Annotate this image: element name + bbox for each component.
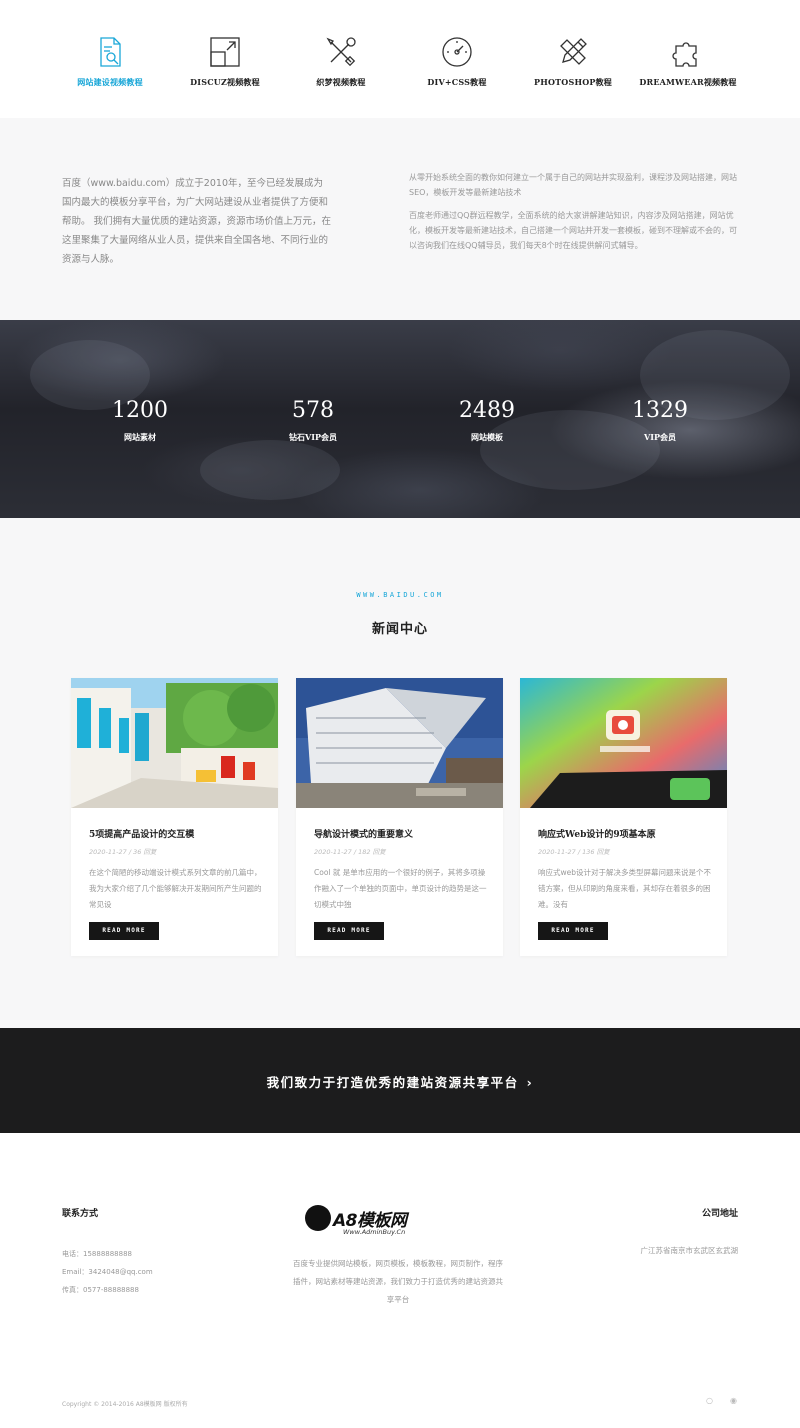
expand-square-icon	[210, 37, 240, 67]
news-card-excerpt: 在这个简陋的移动端设计模式系列文章的前几篇中，我为大家介绍了几个能够解决开发期间…	[89, 868, 262, 909]
news-card-meta: 2020-11-27 / 182 回复	[314, 848, 386, 856]
stat-item: 2489 网站模板	[407, 398, 567, 443]
copyright: Copyright © 2014-2016 A8模板网 版权所有	[62, 1401, 188, 1408]
read-more-button[interactable]: READ MORE	[89, 922, 159, 940]
rock-texture	[200, 440, 340, 500]
about-section: 百度（www.baidu.com）成立于2010年，至今已经发展成为国内最大的模…	[0, 118, 800, 320]
news-card-title[interactable]: 5项提高产品设计的交互模	[89, 827, 194, 840]
news-thumbnail-street[interactable]	[71, 678, 278, 808]
stat-item: 1200 网站素材	[60, 398, 220, 443]
news-card-title[interactable]: 导航设计模式的重要意义	[314, 827, 413, 840]
contact-email[interactable]: Email：3424048@qq.com	[62, 1263, 153, 1281]
tab-dedecms-tutorial[interactable]: 织梦视频教程	[281, 34, 401, 88]
stat-number: 2489	[459, 398, 515, 423]
stat-item: 578 钻石VIP会员	[233, 398, 393, 443]
news-card[interactable]: 导航设计模式的重要意义 2020-11-27 / 182 回复 Cool 就 是…	[296, 678, 503, 956]
news-thumbnail-phone[interactable]	[520, 678, 727, 808]
news-heading: 新闻中心	[371, 622, 428, 637]
about-course-paragraph: 从零开始系统全面的教你如何建立一个属于自己的网站并实现盈利，课程涉及网站搭建，网…	[409, 173, 737, 197]
tab-label: DIV+CSS教程	[427, 77, 487, 87]
address-text: 广江苏省南京市玄武区玄武湖	[640, 1246, 739, 1255]
top-tab-nav: 网站建设视频教程 DISCUZ视频教程 织梦视频教程 DIV+CSS教程 PHO…	[0, 0, 800, 118]
gauge-icon	[442, 37, 472, 67]
social-icon-1[interactable]: ○	[706, 1396, 713, 1405]
tab-photoshop-tutorial[interactable]: PHOTOSHOP教程	[513, 34, 633, 88]
tab-label: PHOTOSHOP教程	[534, 77, 612, 87]
about-intro-text: 百度（www.baidu.com）成立于2010年，至今已经发展成为国内最大的模…	[62, 178, 332, 265]
news-card[interactable]: 响应式Web设计的9项基本原 2020-11-27 / 136 回复 响应式we…	[520, 678, 727, 956]
cta-banner: 我们致力于打造优秀的建站资源共享平台 ›	[0, 1028, 800, 1133]
stat-item: 1329 VIP会员	[580, 398, 740, 443]
stat-caption: VIP会员	[644, 432, 676, 442]
contact-phone: 电话：15888888888	[62, 1250, 132, 1258]
about-course-paragraph: 百度老师通过QQ群远程教学，全面系统的给大家讲解建站知识，内容涉及网站搭建，网站…	[409, 211, 737, 250]
news-thumbnail-building[interactable]	[296, 678, 503, 808]
about-course-text: 从零开始系统全面的教你如何建立一个属于自己的网站并实现盈利，课程涉及网站搭建，网…	[409, 170, 743, 253]
tab-label: DISCUZ视频教程	[190, 77, 260, 87]
pencil-ruler-icon	[560, 38, 587, 65]
tab-dreamweaver-tutorial[interactable]: DREAMWEAR视频教程	[628, 34, 748, 88]
logo-url: Www.AdminBuy.Cn	[343, 1228, 406, 1236]
contact-title: 联系方式	[62, 1209, 99, 1219]
stats-band: 1200 网站素材 578 钻石VIP会员 2489 网站模板 1329 VIP…	[0, 320, 800, 518]
footer-logo[interactable]: A8模板网 Www.AdminBuy.Cn	[305, 1203, 435, 1243]
read-more-button[interactable]: READ MORE	[538, 922, 608, 940]
stat-caption: 网站模板	[471, 432, 503, 442]
news-card-meta: 2020-11-27 / 36 回复	[89, 848, 157, 856]
news-card-title[interactable]: 响应式Web设计的9项基本原	[538, 827, 656, 840]
logo-mark-icon	[305, 1205, 331, 1231]
stat-caption: 网站素材	[124, 432, 156, 442]
tab-discuz-tutorial[interactable]: DISCUZ视频教程	[165, 34, 285, 88]
tab-label: 网站建设视频教程	[77, 77, 143, 87]
tab-divcss-tutorial[interactable]: DIV+CSS教程	[397, 34, 517, 88]
footer-description: 百度专业提供网站模板，网页模板，模板教程，网页制作，程序插件，网站素材等建站资源…	[293, 1259, 503, 1304]
news-eyebrow: WWW.BAIDU.COM	[356, 591, 444, 599]
cta-link[interactable]: 我们致力于打造优秀的建站资源共享平台 ›	[0, 1072, 800, 1091]
stat-number: 1200	[112, 398, 168, 423]
tools-icon	[326, 37, 356, 67]
document-search-icon	[100, 37, 121, 67]
news-section: WWW.BAIDU.COM 新闻中心 5项提高产品设计的交互模 2020-11-…	[0, 518, 800, 1028]
news-card-excerpt: 响应式web设计对于解决多类型屏幕问题来说是个不错方案，但从印刷的角度来看，其却…	[538, 868, 712, 909]
read-more-button[interactable]: READ MORE	[314, 922, 384, 940]
stat-number: 1329	[632, 398, 688, 423]
contact-fax: 传真：0577-88888888	[62, 1286, 139, 1294]
address-title: 公司地址	[701, 1209, 738, 1219]
chevron-right-icon: ›	[526, 1075, 534, 1090]
stat-caption: 钻石VIP会员	[289, 432, 337, 442]
stat-number: 578	[292, 398, 334, 423]
tab-label: 织梦视频教程	[316, 77, 366, 87]
puzzle-icon	[672, 42, 697, 67]
tab-website-tutorial[interactable]: 网站建设视频教程	[50, 34, 170, 88]
tab-label: DREAMWEAR视频教程	[639, 77, 737, 87]
contact-info: 电话：15888888888 Email：3424048@qq.com 传真：0…	[62, 1245, 153, 1299]
social-icon-2[interactable]: ◉	[730, 1396, 737, 1405]
news-card-excerpt: Cool 就 是单市应用的一个很好的例子，其将多项操作融入了一个单独的页面中，单…	[314, 868, 487, 909]
news-card[interactable]: 5项提高产品设计的交互模 2020-11-27 / 36 回复 在这个简陋的移动…	[71, 678, 278, 956]
cta-text: 我们致力于打造优秀的建站资源共享平台	[266, 1075, 519, 1090]
news-card-meta: 2020-11-27 / 136 回复	[538, 848, 610, 856]
footer: 联系方式 电话：15888888888 Email：3424048@qq.com…	[0, 1133, 800, 1428]
